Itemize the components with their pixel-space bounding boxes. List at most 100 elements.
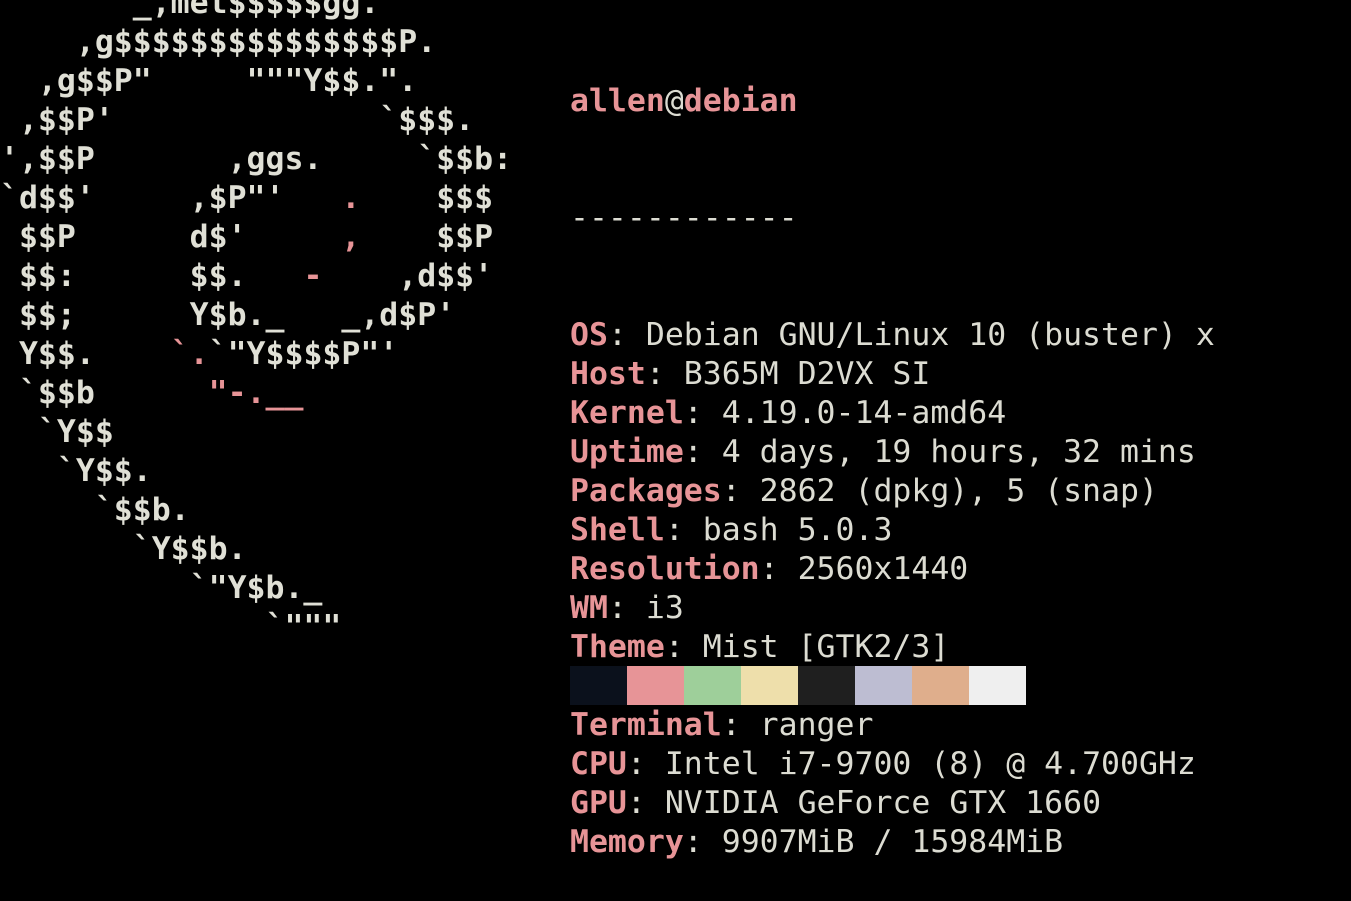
logo-segment: Y$$. [0,336,171,372]
logo-line: `$$b. [0,491,512,530]
logo-line: Y$$. `.`"Y$$$$P"' [0,335,512,374]
info-row-terminal: Terminal: ranger [570,706,1215,745]
info-row-resolution: Resolution: 2560x1440 [570,550,1215,589]
info-value: B365M D2VX SI [683,356,931,392]
palette-swatch [855,666,912,705]
logo-segment: ,d$$' [322,258,494,294]
palette-swatch [570,666,627,705]
logo-line: $$: $$. - ,d$$' [0,257,512,296]
info-value: NVIDIA GeForce GTX 1660 [664,785,1102,821]
info-key: OS [570,317,608,353]
logo-segment: _,met$$$$$gg. [0,0,380,21]
info-colon: : [664,629,703,665]
info-row-memory: Memory: 9907MiB / 15984MiB [570,823,1215,862]
info-colon: : [607,317,646,353]
title-separator: ------------ [570,200,798,236]
logo-accent-segment: "-.__ [208,375,304,411]
info-row-kernel: Kernel: 4.19.0-14-amd64 [570,394,1215,433]
info-row-uptime: Uptime: 4 days, 19 hours, 32 mins [570,433,1215,472]
hostname: debian [683,83,798,119]
logo-segment: `Y$$ [0,414,114,450]
info-key: GPU [570,785,627,821]
info-row-os: OS: Debian GNU/Linux 10 (buster) x [570,316,1215,355]
palette-swatch [741,666,798,705]
logo-segment: ,g$$$$$$$$$$$$$$$P. [0,24,437,60]
system-info-panel: allen@debian ------------ OS: Debian GNU… [570,4,1215,901]
user-host-title: allen@debian [570,82,1215,121]
info-key: Uptime [570,434,684,470]
palette-swatch [684,666,741,705]
username: allen [570,83,665,119]
info-key: WM [570,590,608,626]
logo-segment: $$P d$' [0,219,342,255]
logo-line: `"Y$b._ [0,569,512,608]
logo-line: ,g$$P" """Y$$.". [0,62,512,101]
logo-segment: ,$$P' `$$$. [0,102,475,138]
info-row-gpu: GPU: NVIDIA GeForce GTX 1660 [570,784,1215,823]
logo-line: `Y$$ [0,413,512,452]
color-palette [570,666,1026,705]
logo-line: $$; Y$b._ _,d$P' [0,296,512,335]
info-row-shell: Shell: bash 5.0.3 [570,511,1215,550]
logo-segment: `"Y$b._ [0,570,323,606]
info-row-packages: Packages: 2862 (dpkg), 5 (snap) [570,472,1215,511]
info-value: bash 5.0.3 [702,512,893,548]
info-colon: : [759,551,798,587]
logo-line: ',$$P ,ggs. `$$b: [0,140,512,179]
palette-swatch [798,666,855,705]
logo-line: ,$$P' `$$$. [0,101,512,140]
logo-line: ,g$$$$$$$$$$$$$$$P. [0,23,512,62]
info-colon: : [683,395,722,431]
info-value: Debian GNU/Linux 10 (buster) x [645,317,1215,353]
logo-segment: `"Y$$$$P"' [208,336,399,372]
info-row-host: Host: B365M D2VX SI [570,355,1215,394]
logo-line: `""" [0,608,512,647]
info-colon: : [626,785,665,821]
palette-swatch [627,666,684,705]
info-key: Kernel [570,395,684,431]
palette-swatch [969,666,1026,705]
logo-line: _,met$$$$$gg. [0,0,512,23]
info-colon: : [721,473,760,509]
info-key: Packages [570,473,722,509]
info-colon: : [664,512,703,548]
info-key: Theme [570,629,665,665]
logo-segment: $$$ [360,180,494,216]
info-key: Terminal [570,707,722,743]
at-sign: @ [664,83,684,119]
info-value: Mist [GTK2/3] [702,629,950,665]
info-value: 9907MiB / 15984MiB [721,824,1064,860]
logo-line: `d$$' ,$P"' . $$$ [0,179,512,218]
info-colon: : [607,590,646,626]
logo-segment: `$$b [0,375,209,411]
logo-segment: ,g$$P" """Y$$.". [0,63,418,99]
logo-line: `Y$$. [0,452,512,491]
logo-line: $$P d$' , $$P [0,218,512,257]
info-colon: : [721,707,760,743]
debian-ascii-logo: _,met$$$$$gg. ,g$$$$$$$$$$$$$$$P. ,g$$P"… [0,0,512,647]
logo-segment: `Y$$b. [0,531,247,567]
info-value: 4 days, 19 hours, 32 mins [721,434,1196,470]
logo-line: `Y$$b. [0,530,512,569]
info-value: Intel i7-9700 (8) @ 4.700GHz [664,746,1196,782]
info-key: Memory [570,824,684,860]
info-value: i3 [645,590,684,626]
info-colon: : [683,824,722,860]
info-row-cpu: CPU: Intel i7-9700 (8) @ 4.700GHz [570,745,1215,784]
info-value: 2560x1440 [797,551,969,587]
logo-segment: $$; Y$b._ _,d$P' [0,297,456,333]
info-value: ranger [759,707,874,743]
logo-segment: ',$$P ,ggs. `$$b: [0,141,513,177]
logo-line: `$$b "-.__ [0,374,512,413]
info-key: CPU [570,746,627,782]
info-colon: : [645,356,684,392]
info-rows: OS: Debian GNU/Linux 10 (buster) x Host: … [570,316,1215,862]
info-key: Host [570,356,646,392]
logo-accent-segment: `. [170,336,209,372]
info-row-theme: Theme: Mist [GTK2/3] [570,628,1215,667]
logo-accent-segment: , [341,219,361,255]
logo-segment: `Y$$. [0,453,152,489]
logo-accent-segment: . [341,180,361,216]
logo-accent-segment: - [303,258,323,294]
logo-segment: `$$b. [0,492,190,528]
